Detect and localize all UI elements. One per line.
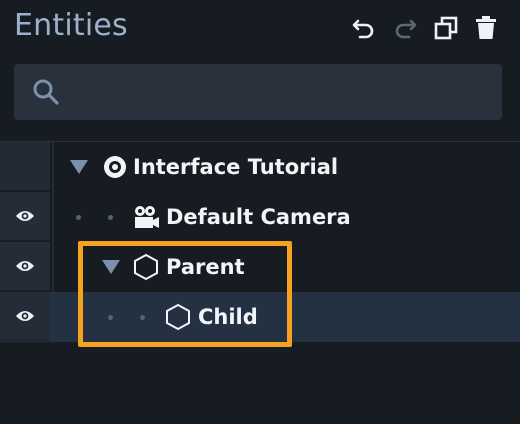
delete-button[interactable] <box>472 14 500 42</box>
visibility-cell-empty <box>0 142 50 191</box>
expand-caret-icon[interactable] <box>70 160 88 174</box>
visibility-toggle[interactable] <box>0 292 50 341</box>
duplicate-icon <box>434 16 458 40</box>
search-icon <box>33 79 59 105</box>
trash-icon <box>476 16 496 39</box>
tree-row-label: Interface Tutorial <box>133 155 339 179</box>
duplicate-button[interactable] <box>432 14 460 42</box>
entity-icon <box>134 253 158 281</box>
undo-icon <box>352 19 374 39</box>
eye-icon <box>16 211 34 221</box>
visibility-toggle[interactable] <box>0 242 50 291</box>
entity-icon <box>166 303 190 331</box>
eye-icon <box>16 311 34 321</box>
tree-row-default-camera[interactable]: Default Camera <box>0 192 520 242</box>
panel-title: Entities <box>14 8 128 43</box>
panel-header: Entities <box>0 0 520 58</box>
tree-indent-dot <box>108 215 113 220</box>
tree-row-parent[interactable]: Parent <box>0 242 520 292</box>
entities-panel: Entities Interface Tutorial Default Came… <box>0 0 520 424</box>
redo-button[interactable] <box>391 14 419 42</box>
redo-icon <box>395 19 417 39</box>
eye-icon <box>16 261 34 271</box>
tree-row-label: Child <box>198 305 258 329</box>
tree-row-interface-tutorial[interactable]: Interface Tutorial <box>0 142 520 192</box>
tree-row-label: Parent <box>166 255 245 279</box>
search-input[interactable] <box>72 74 492 110</box>
tree-indent-dot <box>76 215 81 220</box>
visibility-toggle[interactable] <box>0 192 50 241</box>
tree-row-child[interactable]: Child <box>0 292 520 342</box>
scene-icon <box>104 156 126 178</box>
tree-indent-dot <box>140 315 145 320</box>
search-box[interactable] <box>14 64 502 120</box>
tree-row-label: Default Camera <box>166 205 351 229</box>
undo-button[interactable] <box>350 14 378 42</box>
camera-icon <box>135 206 159 228</box>
expand-caret-icon[interactable] <box>102 260 120 274</box>
tree-indent-dot <box>108 315 113 320</box>
